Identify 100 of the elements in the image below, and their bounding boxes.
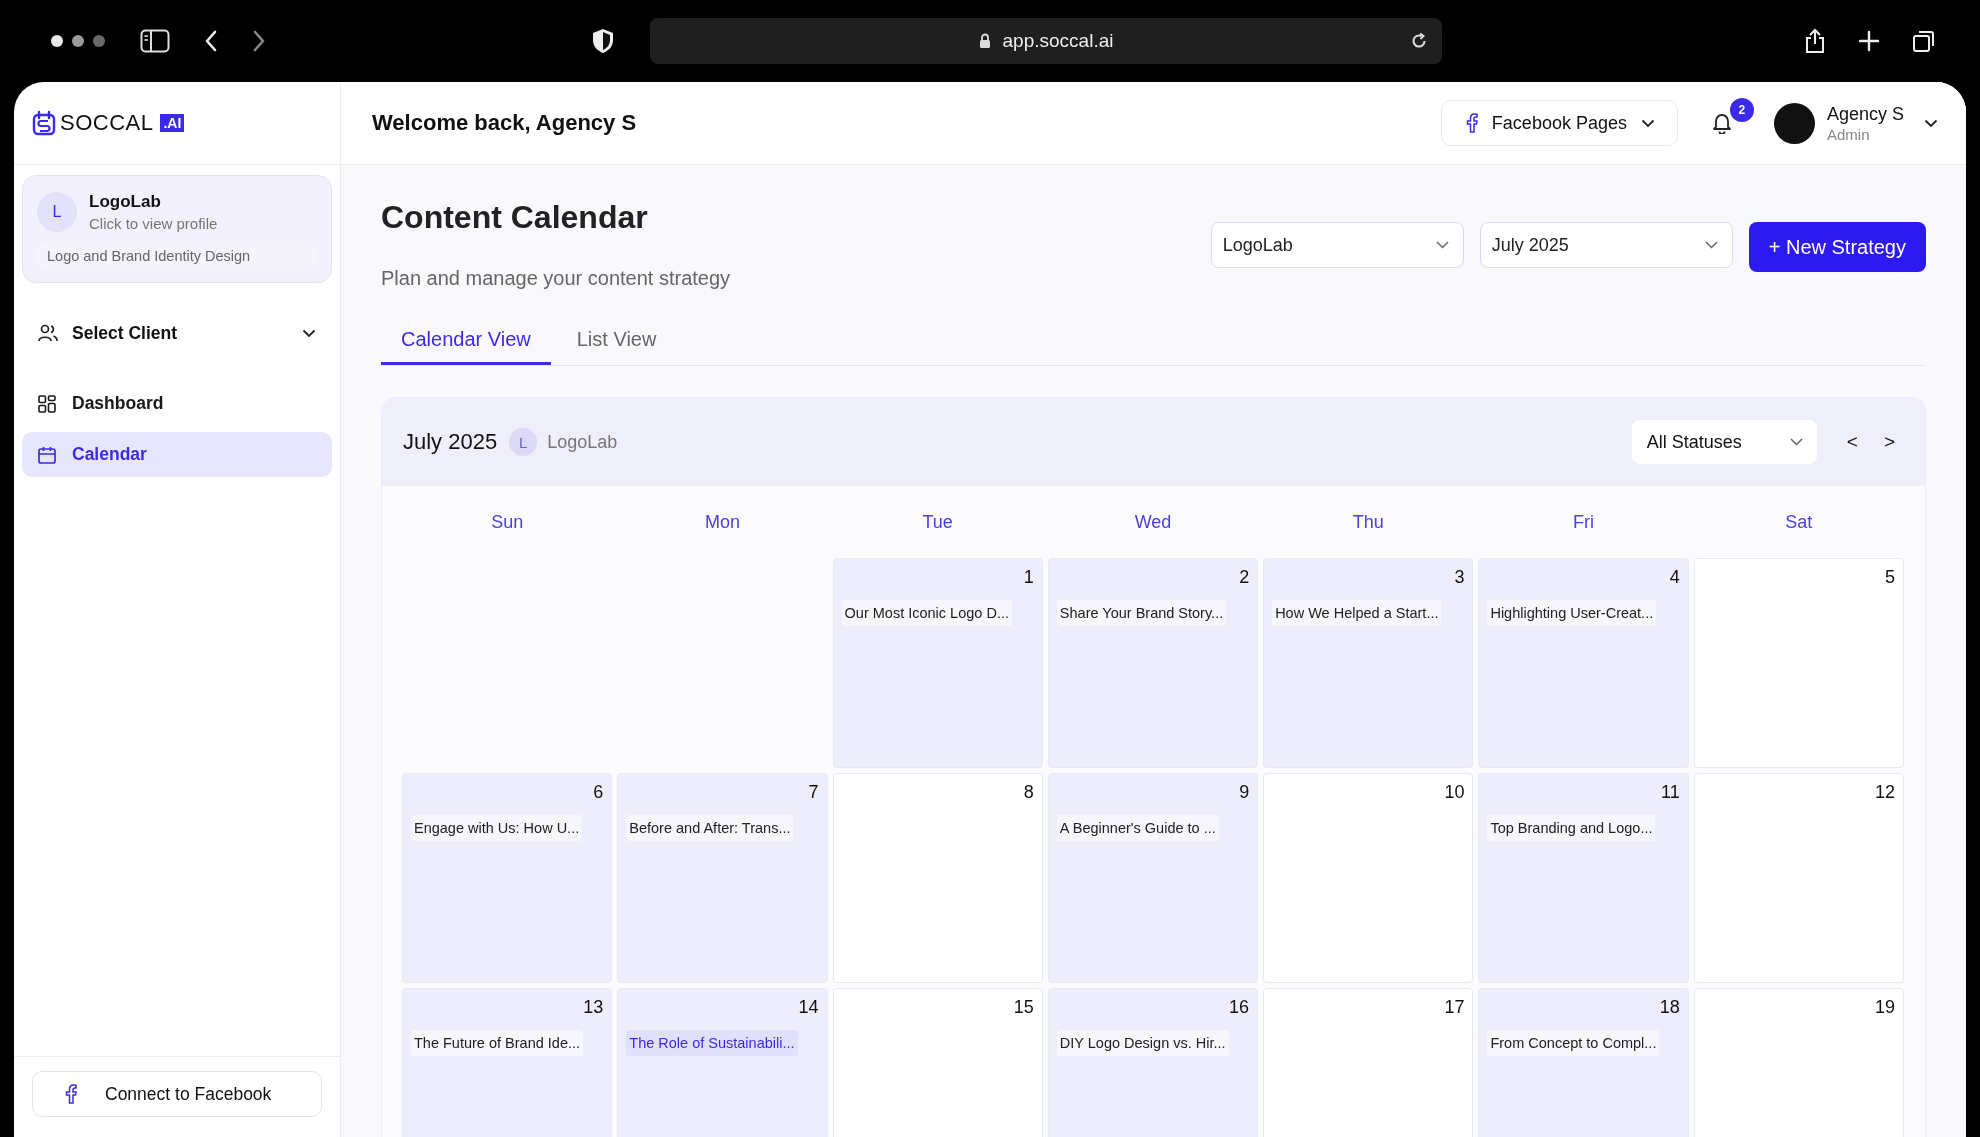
chevron-icon	[1789, 438, 1803, 446]
day-cell[interactable]: 16 DIY Logo Design vs. Hir...	[1047, 988, 1259, 1137]
shield-icon[interactable]	[592, 28, 614, 54]
chevron-icon	[1924, 118, 1938, 128]
nav-item[interactable]: Dashboard	[22, 381, 332, 426]
window-controls-icon[interactable]	[50, 34, 106, 48]
post-chip[interactable]: Engage with Us: How U...	[411, 815, 583, 841]
day-number: 8	[1023, 782, 1034, 803]
post-chip[interactable]: The Future of Brand Ide...	[411, 1030, 584, 1056]
post-chip[interactable]: From Concept to Compl...	[1487, 1030, 1660, 1056]
weekday-label: Tue	[921, 511, 954, 534]
user-avatar	[1773, 102, 1815, 144]
day-cell[interactable]: 1 Our Most Iconic Logo D...	[832, 558, 1043, 768]
view-tab[interactable]: List View	[556, 314, 677, 365]
day-number: 6	[593, 782, 604, 803]
day-cell[interactable]: 7 Before and After: Trans...	[617, 773, 828, 983]
chevron-icon	[1435, 241, 1449, 249]
day-cell[interactable]: 8	[832, 773, 1043, 983]
weekday-label: Wed	[1133, 511, 1173, 534]
day-cell[interactable]: 2 Share Your Brand Story...	[1047, 558, 1259, 768]
client-name: LogoLab	[547, 431, 618, 453]
user-menu[interactable]: Agency S Admin	[1773, 102, 1938, 144]
reload-icon[interactable]	[1410, 32, 1428, 50]
client-select[interactable]: Select Client	[22, 311, 332, 355]
day-cell[interactable]: 18 From Concept to Compl...	[1478, 988, 1689, 1137]
day-number: 3	[1454, 567, 1465, 588]
profile-link[interactable]: Click to view profile	[89, 215, 218, 232]
day-cell[interactable]: 11 Top Branding and Logo...	[1478, 773, 1689, 983]
back-icon[interactable]	[204, 30, 218, 52]
facebook-icon	[1465, 113, 1478, 133]
weekday-label: Mon	[703, 511, 741, 534]
day-cell[interactable]: 19	[1693, 988, 1904, 1137]
post-chip[interactable]: Our Most Iconic Logo D...	[841, 600, 1012, 626]
chevron-icon	[302, 328, 316, 338]
day-number: 1	[1023, 567, 1034, 588]
share-icon[interactable]	[1804, 28, 1826, 54]
nav-item[interactable]: Calendar	[22, 432, 332, 477]
status-filter[interactable]: All Statuses	[1631, 420, 1817, 464]
profile-card[interactable]: L LogoLab Click to view profile Logo and Brand Identity Design	[22, 175, 332, 283]
chevron-icon	[1640, 118, 1655, 128]
day-number: 13	[583, 997, 604, 1018]
user-name: Agency S	[1826, 103, 1904, 125]
day-number: 18	[1659, 997, 1680, 1018]
client-avatar: L	[37, 192, 77, 232]
facebook-icon	[65, 1084, 77, 1104]
day-number: 7	[808, 782, 819, 803]
page-title: Content Calendar	[381, 198, 649, 237]
new-strategy-button[interactable]: + New Strategy	[1748, 222, 1926, 272]
facebook-pages-dropdown[interactable]: Facebook Pages	[1440, 100, 1678, 146]
lock-icon	[978, 33, 991, 49]
post-chip[interactable]: Top Branding and Logo...	[1487, 815, 1656, 841]
next-month-button[interactable]: >	[1879, 429, 1899, 455]
day-number: 19	[1874, 997, 1895, 1018]
post-chip[interactable]: A Beginner's Guide to ...	[1056, 815, 1219, 841]
post-chip[interactable]: The Role of Sustainabili...	[626, 1030, 798, 1056]
day-number: 14	[798, 997, 819, 1018]
day-cell[interactable]: 12	[1693, 773, 1904, 983]
url-text: app.soccal.ai	[1002, 30, 1114, 52]
day-cell[interactable]: 15	[832, 988, 1043, 1137]
day-cell[interactable]: 17	[1263, 988, 1474, 1137]
sidebar-toggle-icon[interactable]	[140, 29, 170, 53]
day-number: 5	[1885, 567, 1895, 588]
connect-facebook-button[interactable]: Connect to Facebook	[32, 1071, 322, 1117]
notification-badge: 2	[1729, 98, 1754, 122]
day-cell[interactable]: 14 The Role of Sustainabili...	[617, 988, 828, 1137]
post-chip[interactable]: DIY Logo Design vs. Hir...	[1056, 1030, 1229, 1056]
weekday-label: Sun	[490, 511, 525, 534]
dashboard-icon	[38, 394, 56, 413]
calendar-icon	[38, 445, 56, 464]
day-cell[interactable]: 6 Engage with Us: How U...	[402, 773, 613, 983]
bell-icon[interactable]	[1711, 112, 1732, 134]
day-cell[interactable]: 9 A Beginner's Guide to ...	[1047, 773, 1259, 983]
post-chip[interactable]: Before and After: Trans...	[626, 815, 794, 841]
previous-month-button[interactable]: <	[1842, 429, 1862, 455]
day-cell[interactable]: 10	[1263, 773, 1474, 983]
day-number: 4	[1669, 567, 1680, 588]
day-cell[interactable]: 3 How We Helped a Start...	[1263, 558, 1474, 768]
logo-icon	[32, 110, 56, 136]
post-chip[interactable]: Highlighting User-Creat...	[1487, 600, 1657, 626]
month-dropdown[interactable]: July 2025	[1479, 222, 1733, 268]
calendar-month: July 2025	[403, 429, 498, 455]
view-tab[interactable]: Calendar View	[381, 314, 551, 365]
new-tab-icon[interactable]	[1858, 30, 1880, 52]
day-number: 9	[1239, 782, 1250, 803]
tabs-overview-icon[interactable]	[1912, 29, 1936, 53]
client-avatar: L	[509, 428, 538, 456]
day-cell[interactable]: 13 The Future of Brand Ide...	[402, 988, 613, 1137]
post-chip[interactable]: Share Your Brand Story...	[1056, 600, 1227, 626]
post-chip[interactable]: How We Helped a Start...	[1272, 600, 1442, 626]
welcome-heading: Welcome back, Agency S	[372, 110, 637, 136]
user-role: Admin	[1826, 125, 1871, 143]
day-cell[interactable]: 4 Highlighting User-Creat...	[1478, 558, 1689, 768]
address-bar[interactable]: app.soccal.ai	[650, 18, 1442, 64]
day-number: 12	[1874, 782, 1895, 803]
day-number: 10	[1444, 782, 1465, 803]
forward-icon[interactable]	[252, 30, 266, 52]
weekday-label: Fri	[1572, 511, 1596, 534]
day-number: 11	[1661, 782, 1680, 803]
day-cell[interactable]: 5	[1693, 558, 1904, 768]
client-dropdown[interactable]: LogoLab	[1210, 222, 1464, 268]
